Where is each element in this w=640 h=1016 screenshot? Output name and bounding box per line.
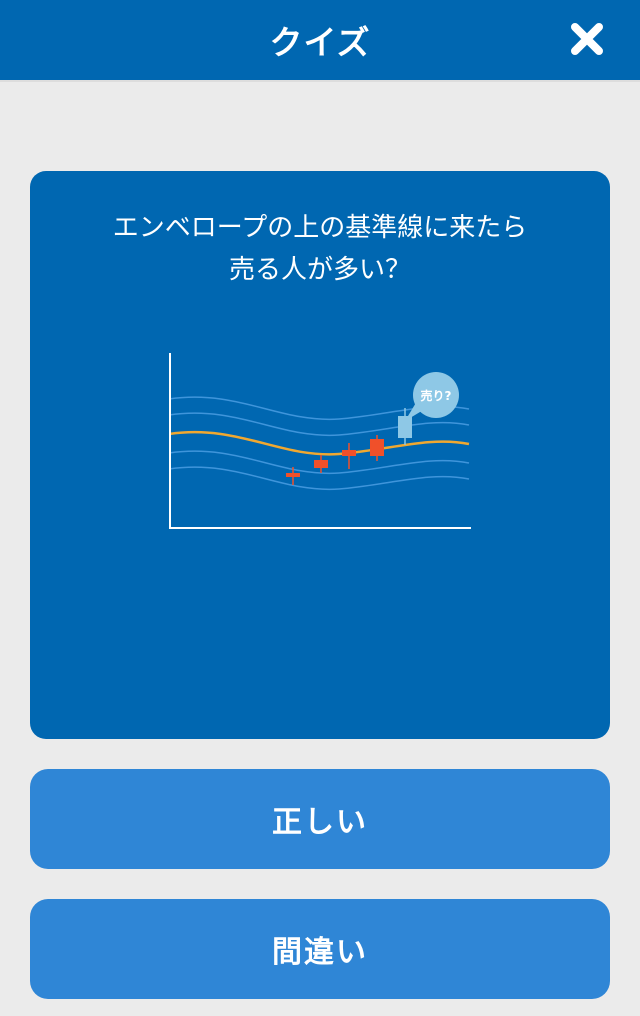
envelope-illustration: 売り? [169,353,471,529]
speech-bubble: 売り? [405,372,459,421]
bubble-text: 売り? [421,388,452,403]
question-text: エンベロープの上の基準線に来たら 売る人が多い？ [30,171,610,291]
candlestick [370,435,384,461]
page-title: クイズ [269,23,371,62]
answer-true-button[interactable]: 正しい [30,769,610,869]
envelope-lower-outer-line [169,466,470,491]
question-card: エンベロープの上の基準線に来たら 売る人が多い？ 売り? [30,171,610,739]
candlestick [314,455,328,473]
close-button[interactable] [554,14,620,64]
app-header: クイズ [0,0,640,80]
question-line-2: 売る人が多い？ [228,255,411,285]
candlestick [342,443,356,469]
answer-false-button[interactable]: 間違い [30,899,610,999]
question-line-1: エンベロープの上の基準線に来たら [112,213,528,243]
close-icon [571,23,603,55]
